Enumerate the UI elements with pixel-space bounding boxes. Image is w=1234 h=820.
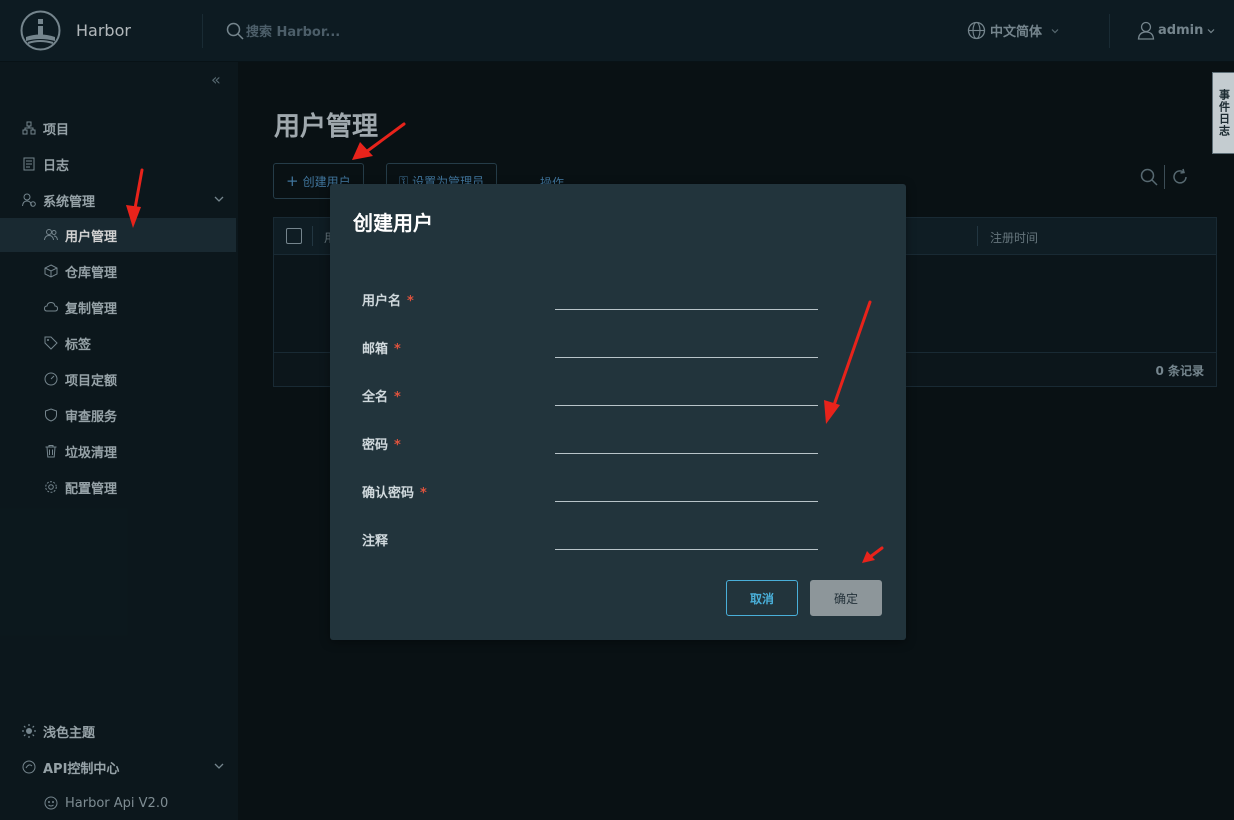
comment-input[interactable]	[555, 524, 818, 550]
event-log-label: 事件日志	[1217, 89, 1231, 137]
form-row-fullname: 全名 *	[362, 380, 822, 410]
create-user-dialog: 创建用户 用户名 * 邮箱 * 全名 * 密码 * 确认密码 * 注释 取消 确定	[330, 184, 906, 640]
required-mark: *	[394, 342, 401, 357]
password-label: 密码 *	[362, 438, 401, 453]
required-mark: *	[394, 390, 401, 405]
ok-button[interactable]: 确定	[810, 580, 882, 616]
required-mark: *	[394, 438, 401, 453]
form-row-confirm-password: 确认密码 *	[362, 476, 822, 506]
required-mark: *	[420, 486, 427, 501]
cancel-button[interactable]: 取消	[726, 580, 798, 616]
dialog-title: 创建用户	[353, 211, 433, 235]
confirm-password-label: 确认密码 *	[362, 486, 427, 501]
form-row-email: 邮箱 *	[362, 332, 822, 362]
email-label: 邮箱 *	[362, 342, 401, 357]
form-row-comment: 注释	[362, 524, 822, 554]
fullname-input[interactable]	[555, 380, 818, 406]
form-row-password: 密码 *	[362, 428, 822, 458]
password-input[interactable]	[555, 428, 818, 454]
username-label: 用户名 *	[362, 294, 414, 309]
username-input[interactable]	[555, 284, 818, 310]
required-mark: *	[407, 294, 414, 309]
email-input[interactable]	[555, 332, 818, 358]
comment-label: 注释	[362, 534, 389, 549]
event-log-handle[interactable]: 事件日志	[1212, 72, 1234, 154]
confirm-password-input[interactable]	[555, 476, 818, 502]
form-row-username: 用户名 *	[362, 284, 822, 314]
fullname-label: 全名 *	[362, 390, 401, 405]
